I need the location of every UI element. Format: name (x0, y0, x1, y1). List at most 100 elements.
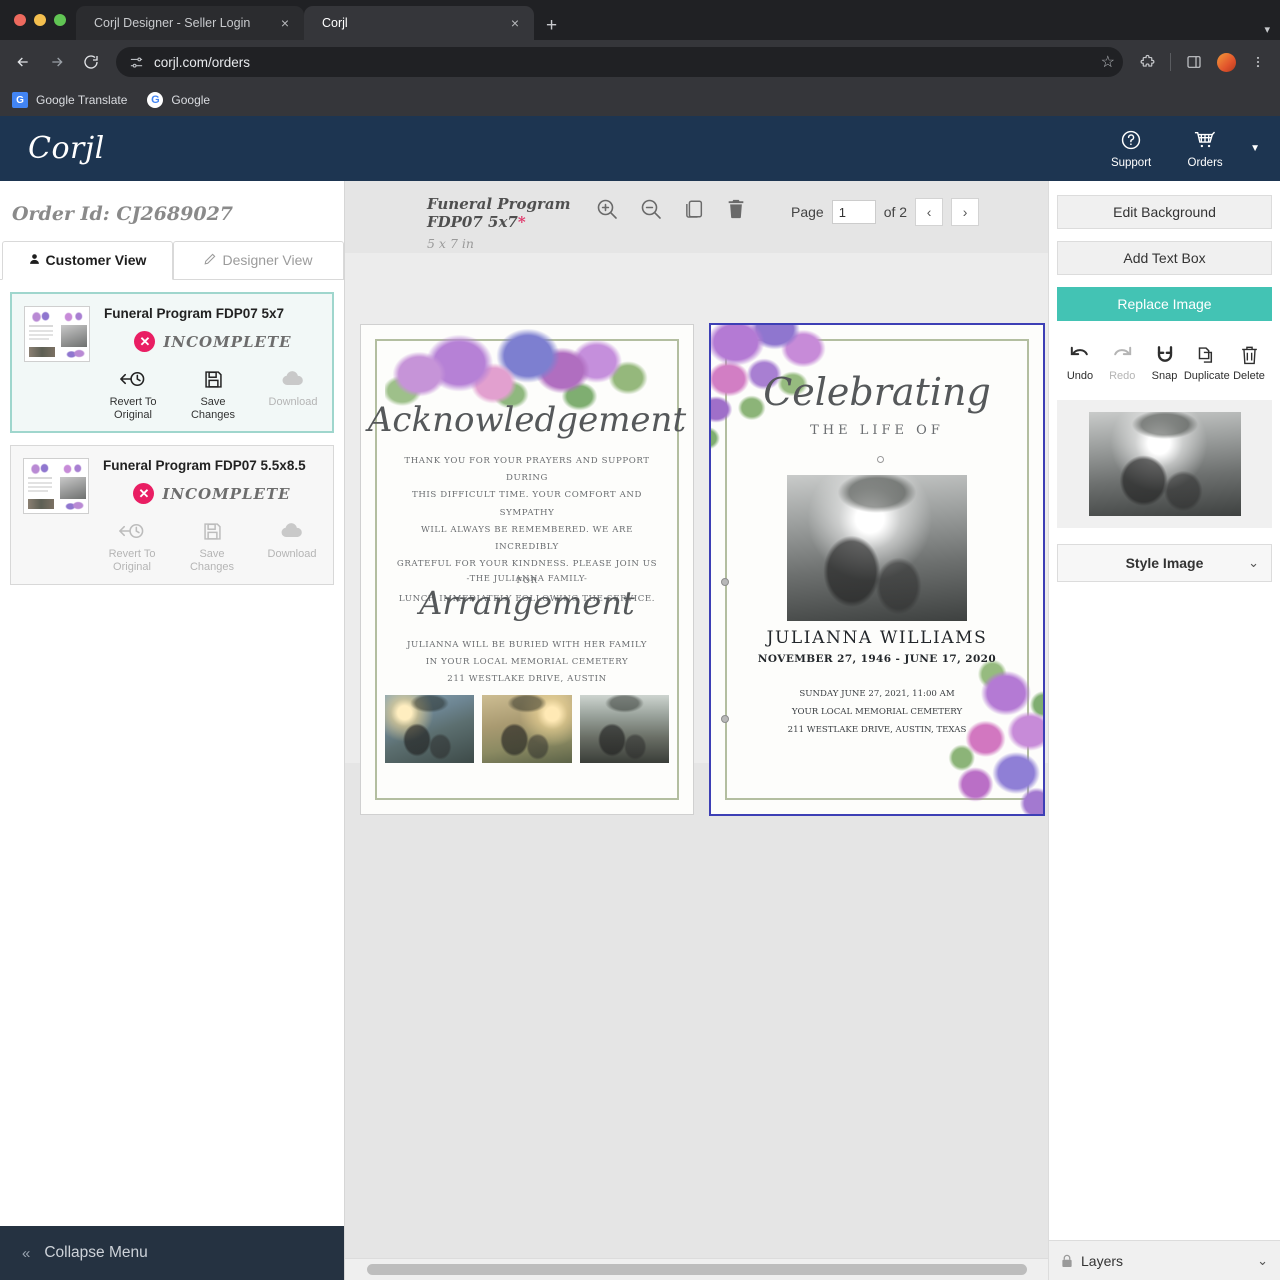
detail-line: YOUR LOCAL MEMORIAL CEMETERY (791, 707, 963, 718)
reload-icon[interactable] (76, 47, 106, 77)
maximize-window-button[interactable] (54, 14, 66, 26)
product-title: Funeral Program FDP07 5.5x8.5 (103, 458, 306, 474)
floppy-disk-icon (202, 518, 223, 544)
save-changes-button[interactable]: Save Changes (183, 518, 241, 573)
product-thumbnail[interactable] (23, 458, 89, 515)
page-1-signoff: -THE JULIANNA FAMILY- (466, 573, 588, 583)
edit-background-button[interactable]: Edit Background (1057, 195, 1272, 229)
save-changes-button[interactable]: Save Changes (184, 366, 242, 421)
photo-walking-path[interactable] (579, 695, 669, 763)
page-2[interactable]: Celebrating THE LIFE OF JULIANNA WILLIAM… (711, 325, 1043, 814)
support-button[interactable]: Support (1096, 129, 1166, 169)
collapse-menu-button[interactable]: « Collapse Menu (0, 1226, 344, 1280)
view-tabs: Customer View Designer View (0, 241, 344, 280)
photo-family-sunset[interactable] (385, 695, 475, 763)
new-tab-button[interactable]: + (534, 16, 569, 40)
trash-icon[interactable] (725, 198, 747, 220)
product-thumbnail[interactable] (24, 306, 90, 362)
corjl-app: Corjl Support Orders ▼ Order Id: CJ26890… (0, 116, 1280, 1280)
side-panel-icon[interactable] (1180, 48, 1208, 76)
question-circle-icon (1120, 129, 1142, 154)
photo-couple-field[interactable] (482, 695, 572, 763)
page-1-arrangement-text: JULIANNA WILL BE BURIED WITH HER FAMILY … (385, 637, 669, 689)
profile-avatar[interactable] (1212, 48, 1240, 76)
download-cloud-icon (280, 518, 304, 544)
bookmark-google-translate[interactable]: G Google Translate (12, 92, 127, 108)
unsaved-asterisk: * (517, 213, 526, 231)
edit-tools-row: Undo Redo Snap Duplicate Delete (1057, 333, 1272, 388)
tab-customer-view-label: Customer View (45, 252, 147, 268)
address-bar[interactable]: corjl.com/orders ☆ (116, 47, 1123, 77)
document-title: Funeral Program FDP07 5x7* (427, 195, 577, 231)
tab-designer-view[interactable]: Designer View (173, 241, 344, 279)
browser-tab-1[interactable]: Corjl Designer - Seller Login × (76, 6, 304, 40)
bookmark-star-icon[interactable]: ☆ (1101, 52, 1115, 72)
canvas-tool-icons (595, 195, 747, 221)
page-input[interactable] (831, 200, 876, 224)
forward-icon[interactable] (42, 47, 72, 77)
bookmark-google[interactable]: G Google (147, 92, 210, 108)
tool-label: Undo (1066, 370, 1094, 382)
download-button[interactable]: Download (264, 366, 322, 421)
layers-label: Layers (1081, 1252, 1124, 1269)
extensions-icon[interactable] (1133, 48, 1161, 76)
zoom-in-icon[interactable] (595, 197, 619, 221)
selected-image-preview[interactable] (1088, 412, 1241, 516)
browser-menu-icon[interactable] (1244, 48, 1272, 76)
style-image-accordion[interactable]: Style Image ⌄ (1057, 544, 1272, 582)
revert-to-original-button[interactable]: Revert To Original (104, 366, 162, 421)
tool-label: Duplicate (1183, 370, 1230, 382)
close-icon[interactable]: × (278, 16, 292, 30)
back-icon[interactable] (8, 47, 38, 77)
product-card-2[interactable]: Funeral Program FDP07 5.5x8.5 ✕ INCOMPLE… (10, 445, 334, 585)
canvas-area[interactable]: Acknowledgement THANK YOU FOR YOUR PRAYE… (345, 253, 1048, 1280)
add-text-box-button[interactable]: Add Text Box (1057, 241, 1272, 275)
chevron-down-icon: ⌄ (1257, 1252, 1268, 1268)
canvas-horizontal-scrollbar[interactable] (345, 1258, 1048, 1280)
duplicate-button[interactable]: Duplicate (1183, 343, 1230, 382)
browser-tab-1-title: Corjl Designer - Seller Login (94, 16, 251, 30)
undo-icon (1069, 343, 1091, 367)
tool-label: Delete (1233, 370, 1265, 382)
snap-button[interactable]: Snap (1144, 343, 1186, 382)
page-2-portrait-photo[interactable] (787, 475, 967, 621)
window-traffic-lights[interactable] (10, 0, 76, 40)
error-icon: ✕ (134, 331, 156, 352)
rotate-handle[interactable] (877, 456, 884, 463)
site-settings-icon[interactable] (129, 55, 144, 70)
canvas-toolbar: Funeral Program FDP07 5x7* 5 x 7 in Page… (345, 181, 1048, 253)
floppy-disk-icon (203, 366, 224, 392)
close-icon[interactable]: × (508, 16, 522, 30)
product-card-1[interactable]: Funeral Program FDP07 5x7 ✕ INCOMPLETE R… (10, 292, 334, 434)
minimize-window-button[interactable] (34, 14, 46, 26)
chevron-down-icon[interactable]: ▼ (1244, 143, 1270, 154)
zoom-out-icon[interactable] (639, 197, 663, 221)
chevron-down-icon[interactable]: ▾ (1264, 23, 1270, 36)
selection-handle-left-middle[interactable] (721, 578, 729, 586)
browser-tab-2[interactable]: Corjl × (304, 6, 534, 40)
layers-accordion[interactable]: Layers ⌄ (1049, 1240, 1280, 1280)
undo-button[interactable]: Undo (1059, 343, 1101, 382)
status-text: INCOMPLETE (162, 484, 291, 503)
app-header-actions: Support Orders ▼ (1096, 129, 1280, 169)
status-badge: ✕ INCOMPLETE (134, 331, 291, 352)
selection-handle-left-bottom[interactable] (721, 715, 729, 723)
tabstrip-right-controls: ▾ (1264, 23, 1280, 40)
tab-customer-view[interactable]: Customer View (2, 241, 173, 280)
bookmark-label: Google Translate (36, 93, 128, 107)
revert-to-original-button[interactable]: Revert To Original (103, 518, 161, 573)
redo-button[interactable]: Redo (1101, 343, 1143, 382)
status-badge: ✕ INCOMPLETE (133, 483, 291, 505)
delete-button[interactable]: Delete (1228, 343, 1270, 382)
next-page-button[interactable]: › (951, 198, 980, 226)
close-window-button[interactable] (14, 14, 26, 26)
scrollbar-thumb[interactable] (367, 1264, 1027, 1275)
copy-icon[interactable] (683, 198, 705, 220)
page-1[interactable]: Acknowledgement THANK YOU FOR YOUR PRAYE… (361, 325, 693, 814)
replace-image-button[interactable]: Replace Image (1057, 287, 1272, 321)
corjl-logo[interactable]: Corjl (28, 131, 105, 166)
support-label: Support (1110, 156, 1152, 169)
download-button[interactable]: Download (263, 518, 321, 573)
orders-button[interactable]: Orders (1170, 129, 1240, 169)
prev-page-button[interactable]: ‹ (915, 198, 944, 226)
